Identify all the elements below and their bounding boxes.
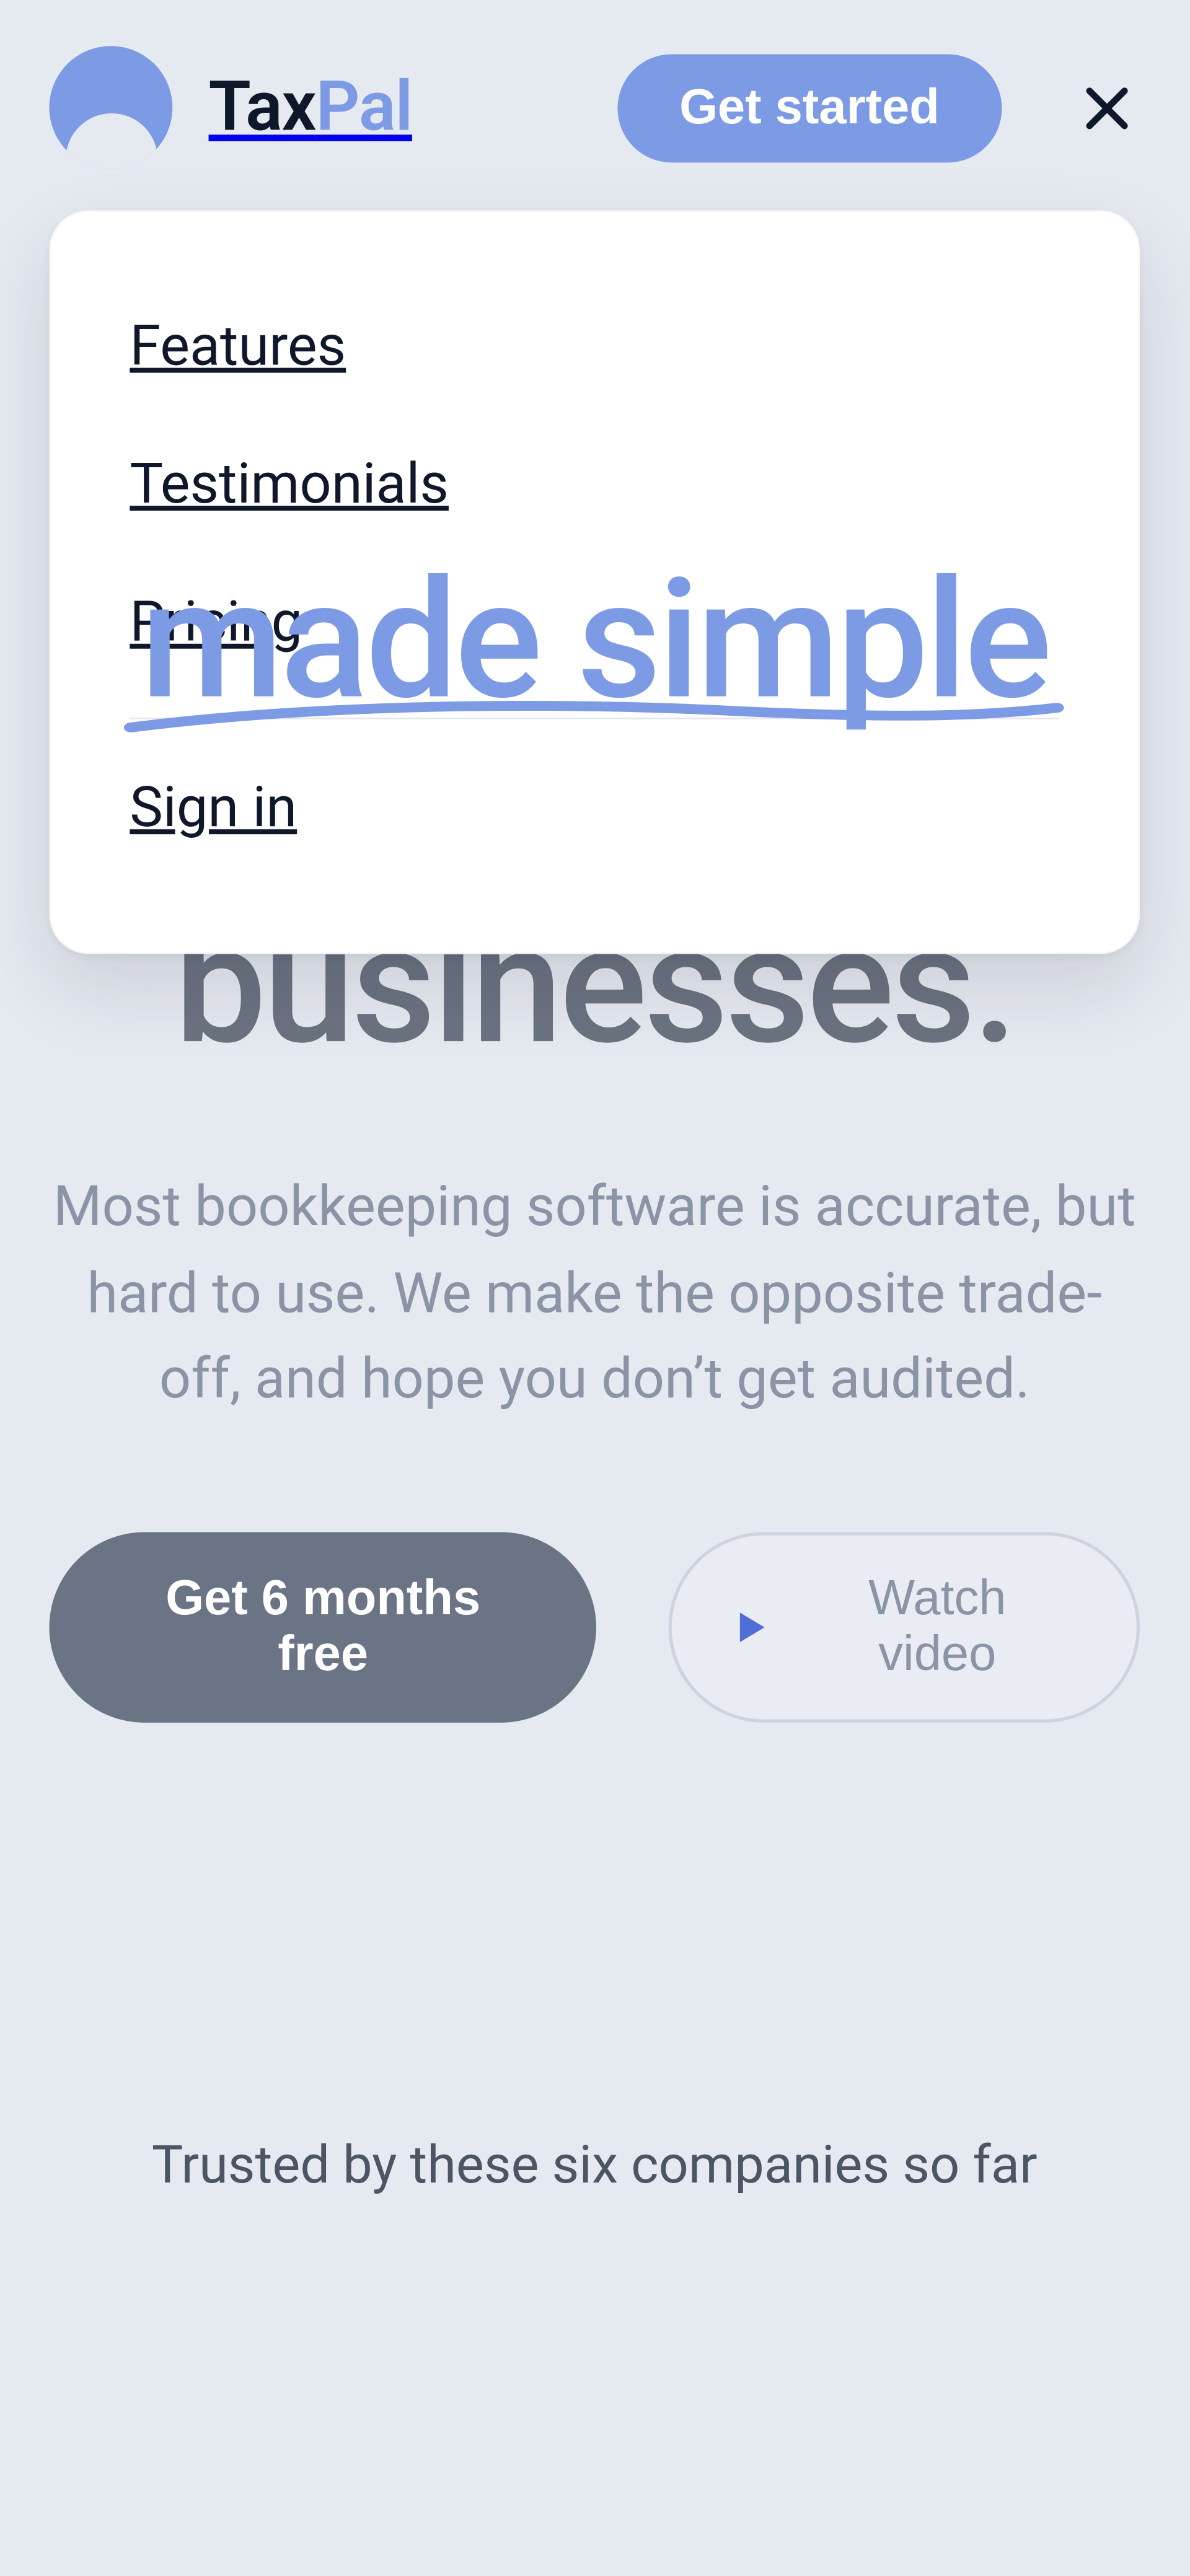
brand-wordmark: TaxPal bbox=[209, 68, 412, 148]
nav-close-button[interactable] bbox=[1074, 75, 1140, 141]
site-header: TaxPal Get started bbox=[0, 0, 1189, 202]
logo-mark-icon bbox=[50, 46, 173, 169]
nav-item-features[interactable]: Features bbox=[130, 278, 1059, 416]
get-started-button[interactable]: Get started bbox=[617, 53, 1002, 162]
brand-link[interactable]: TaxPal bbox=[50, 46, 412, 169]
nav-item-testimonials[interactable]: Testimonials bbox=[130, 415, 1059, 553]
nav-item-signin[interactable]: Sign in bbox=[130, 739, 1059, 877]
hero-subhead: Most bookkeeping software is accurate, b… bbox=[53, 1164, 1137, 1424]
header-actions: Get started bbox=[617, 53, 1140, 162]
scribble-underline-icon bbox=[122, 698, 1067, 741]
cta-watch-video-button[interactable]: Watch video bbox=[669, 1532, 1140, 1723]
close-icon bbox=[1081, 81, 1134, 134]
hero-cta-row: Get 6 months free Watch video bbox=[50, 1532, 1140, 1723]
cta-free-months-button[interactable]: Get 6 months free bbox=[50, 1532, 597, 1723]
hero-headline-highlight: made simple bbox=[140, 555, 1049, 728]
cta-watch-video-label: Watch video bbox=[804, 1572, 1071, 1683]
play-icon bbox=[738, 1599, 768, 1655]
trust-heading: Trusted by these six companies so far bbox=[0, 2134, 1189, 2196]
